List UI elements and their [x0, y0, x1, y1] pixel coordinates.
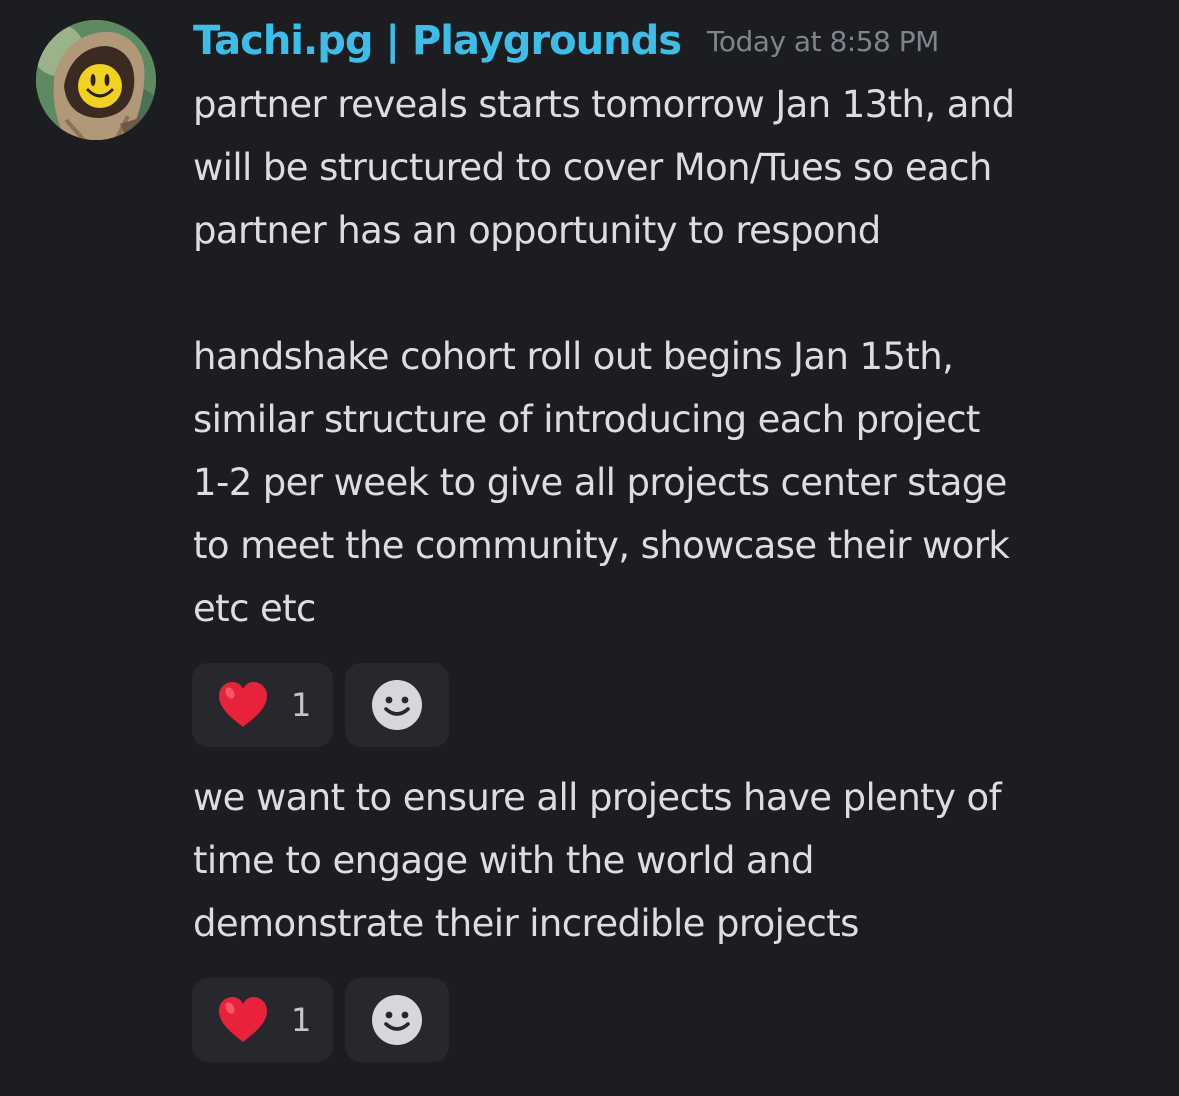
add-reaction-smiley-icon	[372, 680, 422, 730]
reaction-count: 1	[291, 686, 312, 724]
heart-icon	[219, 682, 267, 727]
author-name[interactable]: Tachi.pg | Playgrounds	[193, 18, 682, 64]
add-reaction-smiley-icon	[372, 995, 422, 1045]
message-text: partner reveals starts tomorrow Jan 13th…	[193, 83, 1015, 630]
heart-icon	[219, 997, 267, 1042]
message-header: Tachi.pg | Playgrounds Today at 8:58 PM	[193, 10, 939, 72]
reaction-count: 1	[291, 1001, 312, 1039]
reaction-bar: 1	[192, 978, 449, 1062]
message-timestamp: Today at 8:58 PM	[707, 24, 939, 58]
reaction-bar: 1	[192, 663, 449, 747]
heart-reaction-button[interactable]: 1	[192, 978, 333, 1062]
add-reaction-button[interactable]	[345, 663, 449, 747]
chat-message: Tachi.pg | Playgrounds Today at 8:58 PM …	[0, 0, 1179, 1096]
message-text: we want to ensure all projects have plen…	[193, 776, 1002, 945]
add-reaction-button[interactable]	[345, 978, 449, 1062]
user-avatar[interactable]	[36, 20, 156, 140]
avatar-image	[36, 20, 156, 140]
heart-reaction-button[interactable]: 1	[192, 663, 333, 747]
